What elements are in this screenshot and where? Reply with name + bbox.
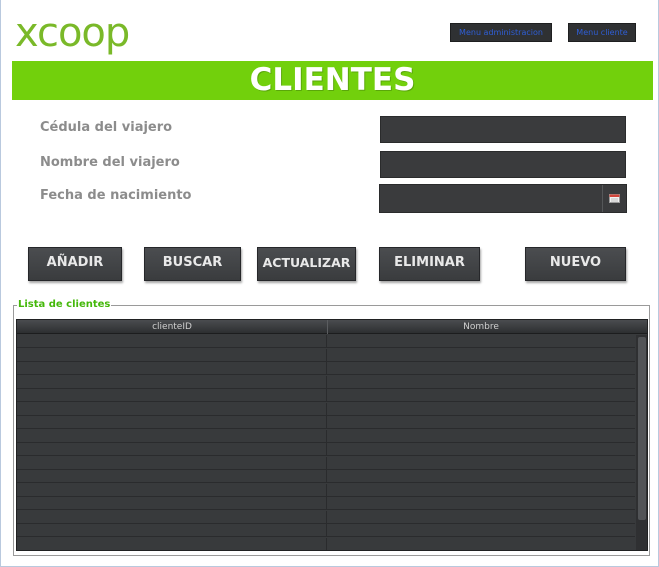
calendar-icon — [609, 194, 620, 203]
cell-clienteid — [17, 348, 327, 361]
table-row[interactable] — [17, 335, 635, 348]
cell-clienteid — [17, 497, 327, 509]
cell-nombre — [328, 376, 635, 388]
cell-nombre — [328, 389, 635, 401]
cell-nombre — [328, 524, 635, 536]
cedula-label: Cédula del viajero — [40, 120, 173, 135]
table-row[interactable] — [17, 456, 635, 470]
table-body — [17, 335, 635, 550]
table-row[interactable] — [17, 537, 635, 550]
table-row[interactable] — [17, 510, 635, 524]
fecha-nacimiento-picker — [379, 184, 627, 213]
fecha-nacimiento-input[interactable] — [380, 185, 602, 212]
cell-clienteid — [17, 375, 327, 388]
column-header-clienteid[interactable]: clienteID — [17, 320, 328, 334]
nuevo-button[interactable]: NUEVO — [525, 247, 626, 281]
cell-nombre — [328, 511, 635, 523]
title-banner: CLIENTES — [12, 61, 653, 100]
actualizar-button[interactable]: ACTUALIZAR — [257, 247, 356, 281]
page-title: CLIENTES — [249, 62, 416, 98]
table-vertical-scrollbar[interactable] — [636, 335, 647, 550]
cell-nombre — [328, 349, 635, 361]
cell-nombre — [328, 470, 635, 482]
cell-nombre — [328, 416, 635, 428]
table-row[interactable] — [17, 348, 635, 362]
cell-clienteid — [17, 416, 327, 428]
table-row[interactable] — [17, 402, 635, 416]
calendar-button[interactable] — [603, 185, 626, 212]
table-row[interactable] — [17, 443, 635, 456]
clientes-window: xcoop Menu administracion Menu cliente C… — [0, 0, 659, 567]
cell-clienteid — [17, 510, 327, 523]
table-row[interactable] — [17, 389, 635, 402]
cell-clienteid — [17, 362, 327, 374]
table-row[interactable] — [17, 416, 635, 429]
buscar-button[interactable]: BUSCAR — [144, 247, 241, 281]
table-header: clienteID Nombre — [17, 320, 647, 334]
table-row[interactable] — [17, 429, 635, 443]
cell-clienteid — [17, 335, 327, 347]
table-row[interactable] — [17, 483, 635, 497]
cedula-input[interactable] — [380, 116, 626, 143]
table-row[interactable] — [17, 362, 635, 375]
column-header-nombre[interactable]: Nombre — [328, 320, 634, 334]
cell-nombre — [328, 403, 635, 415]
cell-nombre — [328, 538, 635, 550]
cell-clienteid — [17, 443, 327, 455]
table-row[interactable] — [17, 375, 635, 389]
scrollbar-thumb[interactable] — [638, 337, 646, 520]
table-row[interactable] — [17, 470, 635, 483]
table-row[interactable] — [17, 524, 635, 537]
table-row[interactable] — [17, 497, 635, 510]
cell-nombre — [328, 430, 635, 442]
cell-nombre — [328, 362, 635, 374]
clientes-table: clienteID Nombre — [16, 319, 648, 551]
cell-clienteid — [17, 429, 327, 442]
eliminar-button[interactable]: ELIMINAR — [379, 247, 480, 281]
cell-clienteid — [17, 402, 327, 415]
cell-clienteid — [17, 537, 327, 550]
nombre-label: Nombre del viajero — [40, 155, 180, 170]
xcoop-logo: xcoop — [15, 10, 130, 56]
cell-clienteid — [17, 389, 327, 401]
anadir-button[interactable]: AÑADIR — [28, 247, 122, 281]
cell-nombre — [328, 497, 635, 509]
cell-nombre — [328, 335, 635, 347]
fecha-nacimiento-label: Fecha de nacimiento — [40, 188, 192, 203]
menu-administracion-button[interactable]: Menu administracion — [450, 23, 552, 42]
cell-clienteid — [17, 470, 327, 482]
cell-clienteid — [17, 524, 327, 536]
nombre-input[interactable] — [380, 151, 626, 178]
cell-clienteid — [17, 483, 327, 496]
cell-clienteid — [17, 456, 327, 469]
cell-nombre — [328, 484, 635, 496]
cell-nombre — [328, 443, 635, 455]
menu-cliente-button[interactable]: Menu cliente — [568, 23, 636, 42]
cell-nombre — [328, 457, 635, 469]
lista-clientes-legend: Lista de clientes — [17, 298, 112, 312]
